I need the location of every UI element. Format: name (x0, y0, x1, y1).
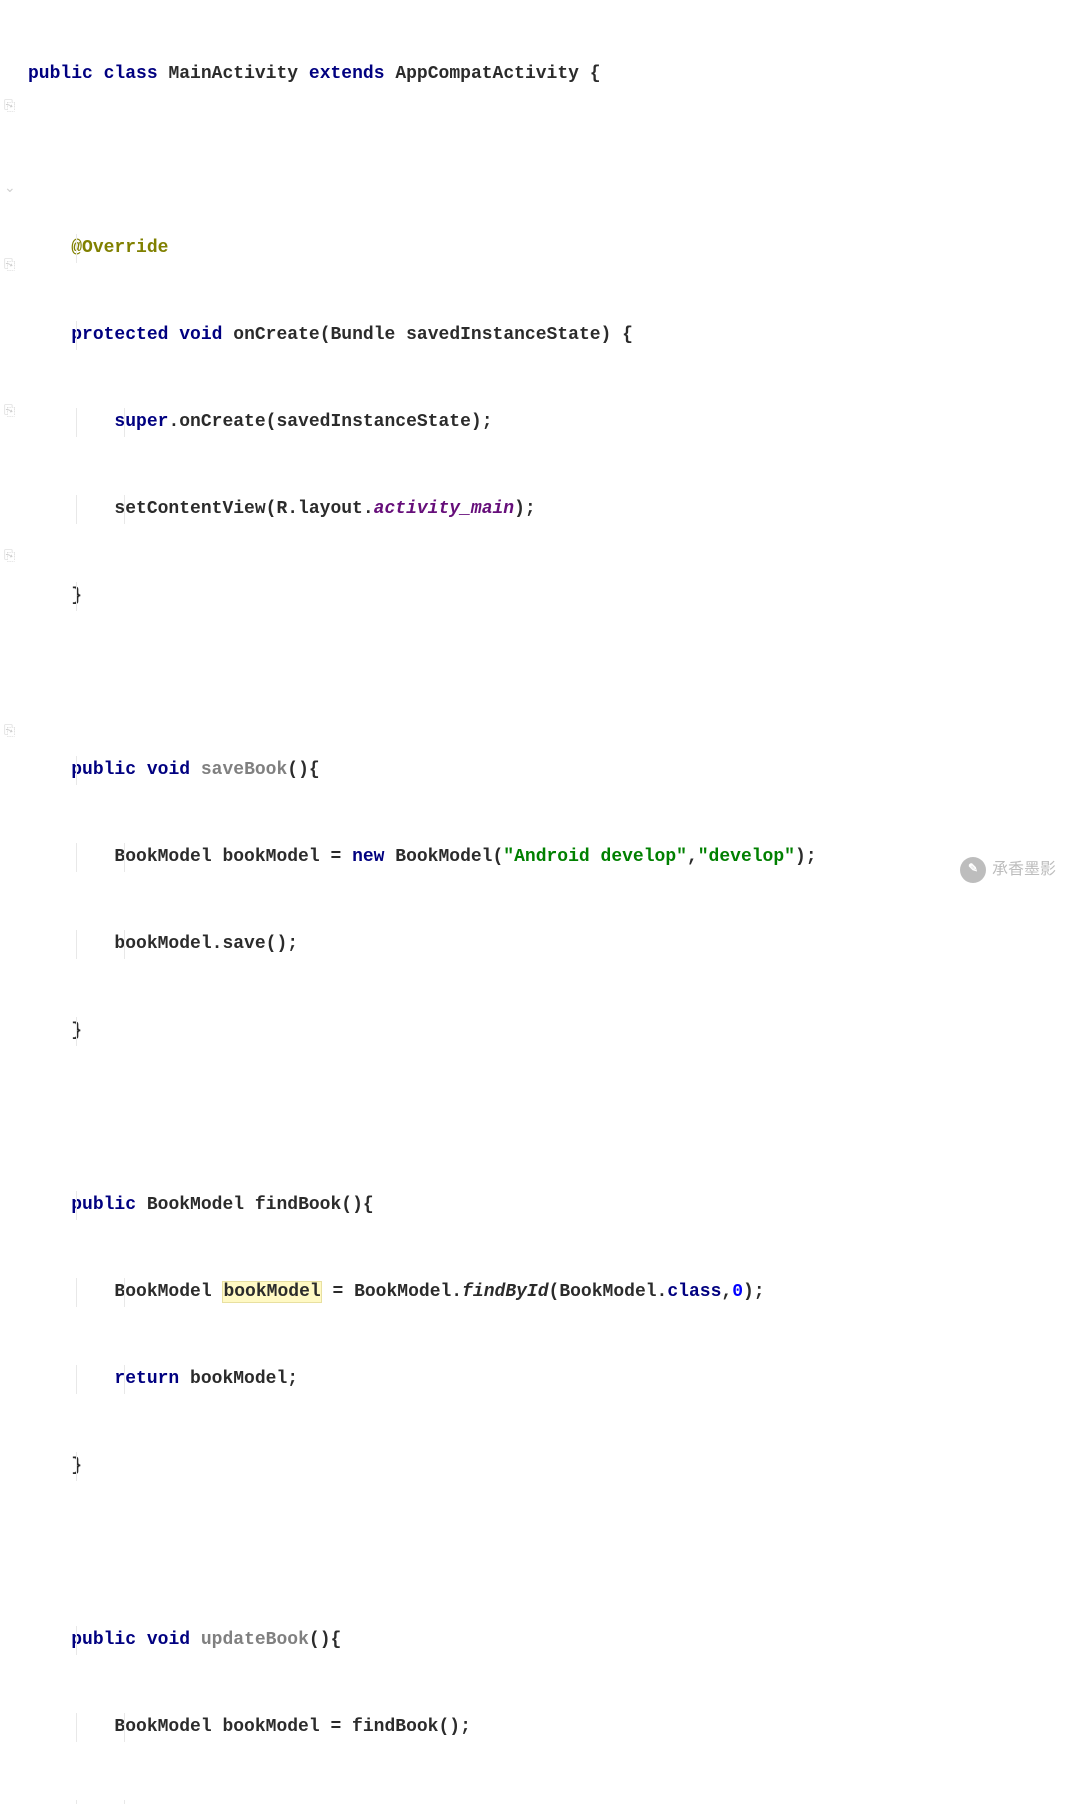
assign: = BookModel. (322, 1282, 462, 1302)
call-args: (BookModel. (549, 1282, 668, 1302)
gutter-override-icon: ⎘ (4, 93, 15, 122)
super-call: .onCreate(savedInstanceState); (168, 412, 492, 432)
keyword-extends: extends (309, 64, 385, 84)
method-updatebook: updateBook (201, 1630, 309, 1650)
keyword-public: public (71, 1195, 136, 1215)
keyword-public: public (28, 64, 93, 84)
string-literal: "Android develop" (503, 847, 687, 867)
method-savebook: saveBook (201, 760, 287, 780)
code-line[interactable]: } (28, 582, 817, 611)
setcontentview-call: setContentView(R.layout. (114, 499, 373, 519)
int-literal: 0 (732, 1282, 743, 1302)
keyword-class: class (104, 64, 158, 84)
keyword-public: public (71, 760, 136, 780)
comma: , (687, 847, 698, 867)
ctor-call: BookModel( (384, 847, 503, 867)
code-line[interactable]: @Override (28, 234, 817, 263)
return-type: BookModel (147, 1195, 244, 1215)
code-line-blank (28, 1104, 817, 1133)
method-signature: (){ (341, 1195, 373, 1215)
method-signature: (Bundle savedInstanceState) { (320, 325, 633, 345)
return-var: bookModel; (179, 1369, 298, 1389)
code-line[interactable]: bookModel.title = "Sugar ORM"; (28, 1800, 817, 1804)
keyword-public: public (71, 1630, 136, 1650)
var-decl: BookModel bookModel = (114, 847, 352, 867)
comma: , (721, 1282, 732, 1302)
code-line[interactable]: BookModel bookModel = new BookModel("And… (28, 843, 817, 872)
brace-open: { (590, 64, 601, 84)
method-signature: (){ (309, 1630, 341, 1650)
code-line[interactable]: setContentView(R.layout.activity_main); (28, 495, 817, 524)
annotation-override: @Override (71, 238, 168, 258)
highlighted-variable: bookModel (222, 1281, 321, 1303)
var-decl: BookModel (114, 1282, 222, 1302)
code-line[interactable]: public class MainActivity extends AppCom… (28, 60, 817, 89)
watermark-text: 承香墨影 (992, 855, 1056, 884)
code-line[interactable]: } (28, 1017, 817, 1046)
code-line[interactable]: bookModel.save(); (28, 930, 817, 959)
class-name: MainActivity (168, 64, 298, 84)
code-line[interactable]: public BookModel findBook(){ (28, 1191, 817, 1220)
watermark-icon: ✎ (960, 857, 986, 883)
method-oncreate: onCreate (233, 325, 319, 345)
gutter-fold-icon: ⌄ (4, 175, 16, 204)
code-editor[interactable]: public class MainActivity extends AppCom… (28, 2, 817, 1804)
code-line[interactable]: public void saveBook(){ (28, 756, 817, 785)
code-line[interactable]: return bookModel; (28, 1365, 817, 1394)
string-literal: "develop" (698, 847, 795, 867)
call-end: ); (743, 1282, 765, 1302)
keyword-super: super (114, 412, 168, 432)
code-line[interactable]: public void updateBook(){ (28, 1626, 817, 1655)
gutter-fold-icon: ⎘ (4, 252, 15, 281)
code-line[interactable]: protected void onCreate(Bundle savedInst… (28, 321, 817, 350)
keyword-class: class (667, 1282, 721, 1302)
call-end: ); (795, 847, 817, 867)
call-end: ); (514, 499, 536, 519)
gutter-fold-icon: ⎘ (4, 543, 15, 572)
code-line[interactable]: } (28, 1452, 817, 1481)
code-line-blank (28, 669, 817, 698)
layout-resource: activity_main (374, 499, 514, 519)
editor-gutter: ⎘ ⌄ ⎘ ⎘ ⎘ ⎘ (0, 0, 24, 902)
keyword-void: void (179, 325, 222, 345)
method-signature: (){ (287, 760, 319, 780)
keyword-void: void (147, 1630, 190, 1650)
code-line-blank (28, 1539, 817, 1568)
keyword-void: void (147, 760, 190, 780)
watermark: ✎ 承香墨影 (960, 855, 1056, 884)
code-line-blank (28, 147, 817, 176)
superclass: AppCompatActivity (395, 64, 579, 84)
keyword-protected: protected (71, 325, 168, 345)
code-line[interactable]: BookModel bookModel = findBook(); (28, 1713, 817, 1742)
code-line[interactable]: BookModel bookModel = BookModel.findById… (28, 1278, 817, 1307)
method-findbook: findBook (255, 1195, 341, 1215)
var-decl: BookModel bookModel = findBook(); (114, 1717, 470, 1737)
keyword-new: new (352, 847, 384, 867)
save-call: bookModel.save(); (114, 934, 298, 954)
code-line[interactable]: super.onCreate(savedInstanceState); (28, 408, 817, 437)
gutter-fold-icon: ⎘ (4, 398, 15, 427)
gutter-fold-icon: ⎘ (4, 718, 15, 747)
findbyid-call: findById (462, 1282, 548, 1302)
